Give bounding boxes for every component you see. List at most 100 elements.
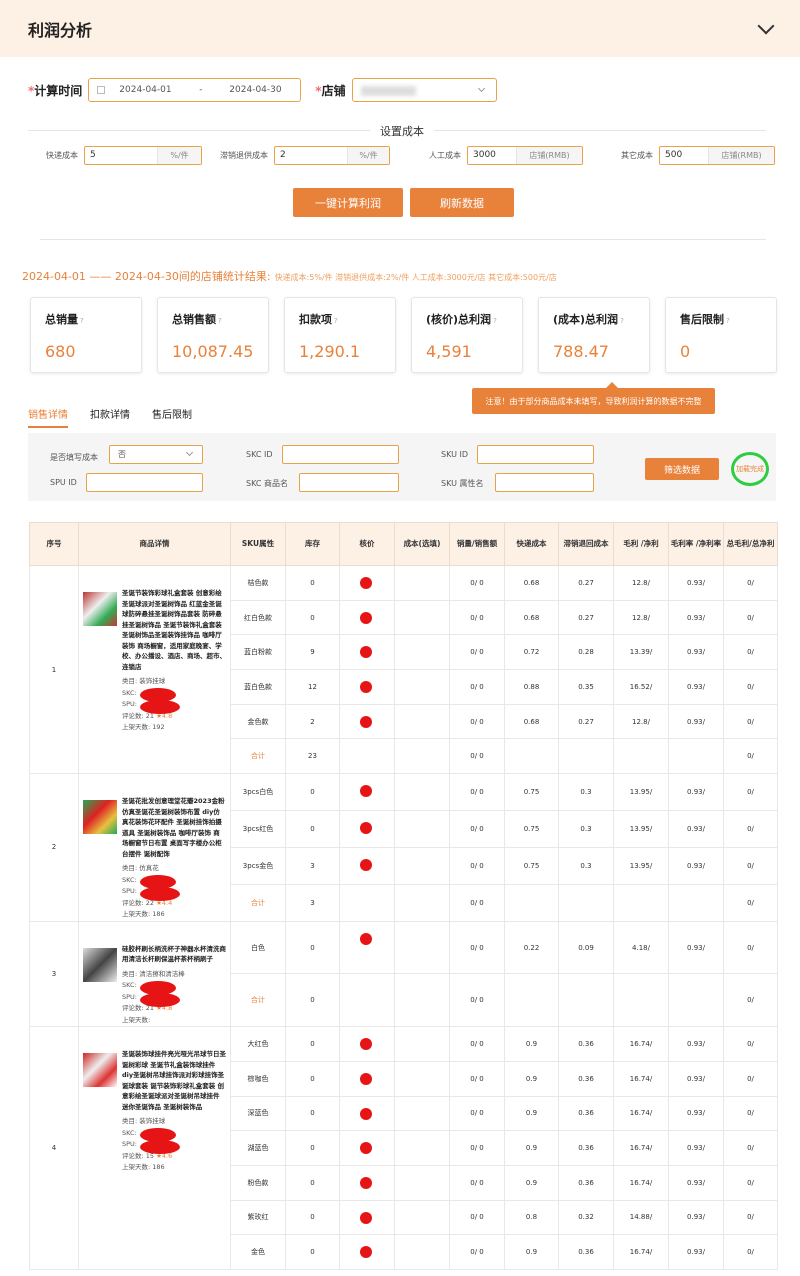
cost-cell[interactable] [394, 703, 450, 740]
cost-cell[interactable] [394, 1095, 450, 1132]
gross-rate-cell: 0.93/ [668, 1130, 724, 1166]
stock-cell: 23 [285, 738, 340, 775]
cost-cell[interactable] [394, 1130, 450, 1166]
product-name[interactable]: 圣诞花批发创意理堂花瓣2023金粉仿真圣诞花圣诞树装饰布置 diy仿真花装饰花环… [122, 796, 226, 859]
sales-cell: 0/ 0 [449, 883, 505, 922]
return-cost-cell [558, 883, 614, 922]
product-name[interactable]: 硅胶杯刷长柄洗杯子神器水杯清洗商用清洁长杆刷保温杯茶杯柄刷子 [122, 944, 226, 965]
cost-cell[interactable] [394, 973, 450, 1028]
express-cost-cell: 0.75 [504, 810, 559, 848]
cost-cell[interactable] [394, 669, 450, 705]
sku-attr: 桔色款 [230, 565, 286, 601]
express-cost-cell: 0.9 [504, 1130, 559, 1166]
filter-data-button[interactable]: 筛选数据 [645, 458, 719, 480]
calc-profit-button[interactable]: 一键计算利润 [293, 188, 403, 217]
redaction-mark [360, 1072, 372, 1085]
col-product: 商品详情 [78, 522, 231, 566]
cost-cell[interactable] [394, 920, 450, 975]
spu-id-input[interactable] [86, 473, 203, 492]
total-profit-cell: 0/ [723, 773, 778, 811]
cost-cell[interactable] [394, 1199, 450, 1236]
cost-cell[interactable] [394, 1164, 450, 1201]
row-seq: 2 [29, 773, 79, 922]
redaction-mark [360, 1142, 372, 1155]
refresh-data-button[interactable]: 刷新数据 [410, 188, 514, 217]
tab-deduction-detail[interactable]: 扣款详情 [90, 406, 130, 428]
tab-after-sales[interactable]: 售后限制 [152, 406, 192, 428]
gross-profit-cell: 14.88/ [613, 1199, 669, 1236]
sales-cell: 0/ 0 [449, 1095, 505, 1132]
gross-rate-cell: 0.93/ [668, 1060, 724, 1097]
stock-cell: 3 [285, 883, 340, 922]
return-cost-cell: 0.36 [558, 1130, 614, 1166]
cost-input[interactable]: 2 %/件 [274, 146, 390, 165]
tab-sales-detail[interactable]: 销售详情 [28, 406, 68, 428]
product-detail: 圣诞装饰球挂件亮光哑光吊球节日圣诞树彩球 圣诞节礼盒装饰球挂件 diy圣诞树吊球… [78, 1026, 231, 1270]
gross-rate-cell: 0.93/ [668, 810, 724, 848]
cost-cell[interactable] [394, 1234, 450, 1270]
table-header-row: 序号 商品详情 SKU属性 库存 核价 成本(选填) 销量/销售额 快递成本 滞… [29, 522, 778, 566]
sku-attr: 金色 [230, 1234, 286, 1270]
gross-profit-cell: 16.74/ [613, 1095, 669, 1132]
gross-profit-cell: 13.95/ [613, 773, 669, 811]
cost-cell[interactable] [394, 565, 450, 601]
col-total: 总毛利/总净利 [723, 522, 778, 566]
table-row: 1 圣诞节装饰彩球礼盒套装 创意彩绘圣诞球派对圣诞树饰品 红蓝金圣诞球防碎悬挂圣诞… [29, 564, 778, 775]
chevron-down-icon[interactable] [757, 17, 775, 34]
cost-cell[interactable] [394, 599, 450, 636]
stock-cell: 0 [285, 773, 340, 811]
cost-input[interactable]: 5 %/件 [84, 146, 202, 165]
product-name[interactable]: 圣诞节装饰彩球礼盒套装 创意彩绘圣诞球派对圣诞树饰品 红蓝金圣诞球防碎悬挂圣诞树… [122, 588, 226, 672]
skc-id-input[interactable] [282, 445, 399, 464]
total-profit-cell: 0/ [723, 1164, 778, 1201]
product-detail: 圣诞节装饰彩球礼盒套装 创意彩绘圣诞球派对圣诞树饰品 红蓝金圣诞球防碎悬挂圣诞树… [78, 564, 231, 775]
product-image[interactable] [83, 800, 117, 835]
gross-profit-cell: 12.8/ [613, 565, 669, 601]
row-seq: 3 [29, 920, 79, 1028]
cost-cell[interactable] [394, 634, 450, 671]
redaction-mark [360, 785, 372, 798]
cost-cell[interactable] [394, 773, 450, 811]
product-image[interactable] [83, 1053, 117, 1088]
product-info: 硅胶杯刷长柄洗杯子神器水杯清洗商用清洁长杆刷保温杯茶杯柄刷子 类目: 清洁擦和清洁… [122, 944, 226, 1027]
skc-name-input[interactable] [299, 473, 399, 492]
sku-id-input[interactable] [477, 445, 594, 464]
calc-time-label: *计算时间 [28, 83, 83, 98]
table-row: 2 圣诞花批发创意理堂花瓣2023金粉仿真圣诞花圣诞树装饰布置 diy仿真花装饰花… [29, 773, 778, 922]
cost-cell[interactable] [394, 846, 450, 885]
total-profit-cell: 0/ [723, 599, 778, 636]
sales-cell: 0/ 0 [449, 920, 505, 975]
gross-profit-cell: 16.74/ [613, 1026, 669, 1062]
date-range-picker[interactable]: 2024-04-01 - 2024-04-30 [88, 78, 302, 102]
col-express: 快递成本 [504, 522, 559, 566]
sku-attr: 3pcs红色 [230, 810, 286, 848]
cost-cell[interactable] [394, 883, 450, 922]
gross-rate-cell: 0.93/ [668, 1095, 724, 1132]
product-name[interactable]: 圣诞装饰球挂件亮光哑光吊球节日圣诞树彩球 圣诞节礼盒装饰球挂件 diy圣诞树吊球… [122, 1049, 226, 1112]
product-image[interactable] [83, 947, 117, 982]
stock-cell: 3 [285, 846, 340, 885]
sku-attr: 粉色款 [230, 1164, 286, 1201]
stock-cell: 12 [285, 669, 340, 705]
return-cost-cell: 0.28 [558, 634, 614, 671]
cost-cell[interactable] [394, 1060, 450, 1097]
sku-attr-input[interactable] [495, 473, 594, 492]
return-cost-cell: 0.27 [558, 565, 614, 601]
cost-cell[interactable] [394, 810, 450, 848]
price-cell [339, 973, 395, 1028]
sku-attr: 白色 [230, 920, 286, 975]
cost-filled-select[interactable]: 否 [109, 445, 203, 464]
gross-profit-cell [613, 973, 669, 1028]
shop-select[interactable] [351, 78, 497, 102]
express-cost-cell: 0.9 [504, 1026, 559, 1062]
redaction-mark [360, 715, 372, 728]
cost-cell[interactable] [394, 738, 450, 775]
redaction-mark [360, 1211, 372, 1224]
cost-input[interactable]: 500 店铺(RMB) [659, 146, 775, 165]
cost-input[interactable]: 3000 店铺(RMB) [467, 146, 583, 165]
product-image[interactable] [83, 592, 117, 626]
stock-cell: 0 [285, 599, 340, 636]
calendar-icon [97, 86, 106, 94]
redaction-mark [360, 1246, 372, 1259]
cost-cell[interactable] [394, 1026, 450, 1062]
